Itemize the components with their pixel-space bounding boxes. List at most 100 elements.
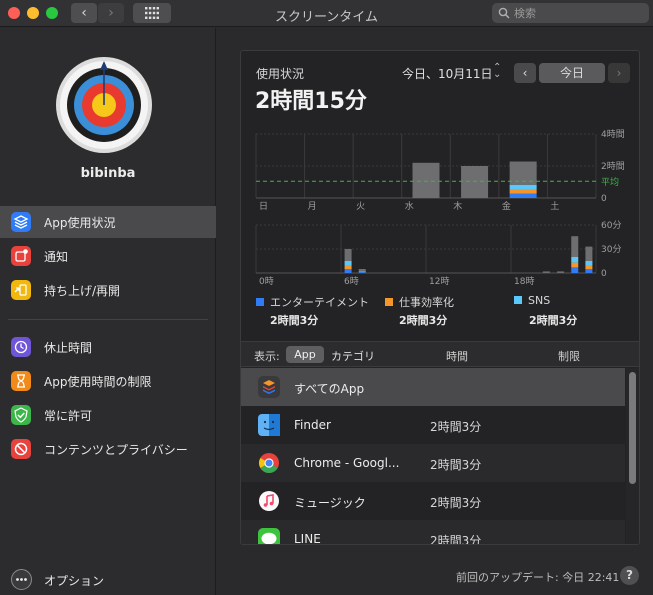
chart-bar bbox=[585, 269, 593, 273]
target-avatar-icon bbox=[56, 57, 152, 153]
column-header-limit[interactable]: 制限 bbox=[558, 348, 580, 364]
legend-swatch bbox=[256, 298, 264, 306]
music-icon bbox=[259, 491, 279, 511]
date-selector[interactable]: 今日、10月11日 bbox=[402, 65, 493, 82]
chart-bar bbox=[412, 162, 440, 198]
chart-bar bbox=[509, 189, 537, 194]
x-tick-label: 日 bbox=[259, 201, 268, 212]
options-button[interactable]: オプション bbox=[0, 564, 216, 595]
legend-value: 2時間3分 bbox=[529, 314, 578, 327]
legend-label: エンターテイメント bbox=[270, 296, 369, 309]
previous-day-button[interactable]: ‹ bbox=[514, 63, 536, 83]
chart-bar bbox=[358, 272, 366, 273]
sidebar-item-app-limits[interactable]: App使用時間の制限 bbox=[0, 365, 216, 397]
sidebar-item-pickups[interactable]: 持ち上げ/再開 bbox=[0, 274, 216, 306]
chart-bar bbox=[344, 249, 352, 261]
show-label: 表示: bbox=[254, 350, 280, 363]
sidebar-item-label: 持ち上げ/再開 bbox=[44, 284, 121, 298]
tab-category[interactable]: カテゴリ bbox=[331, 348, 375, 364]
chart-bar bbox=[585, 265, 593, 269]
chart-bar bbox=[585, 261, 593, 265]
y-tick-label: 60分 bbox=[601, 220, 621, 231]
sidebar-item-label: 常に許可 bbox=[44, 409, 93, 423]
x-tick-label: 木 bbox=[453, 200, 462, 212]
sidebar-item-label: 休止時間 bbox=[44, 341, 93, 355]
scrollbar-thumb[interactable] bbox=[629, 372, 636, 484]
chart-bar bbox=[509, 184, 537, 190]
layers-icon bbox=[11, 212, 31, 232]
sidebar-item-always-allowed[interactable]: 常に許可 bbox=[0, 399, 216, 431]
list-item[interactable]: ミュージック 2時間3分 bbox=[241, 482, 625, 520]
sidebar-item-app-usage[interactable]: App使用状況 bbox=[0, 206, 216, 238]
x-tick-label: 月 bbox=[308, 201, 317, 212]
y-tick-label: 2時間 bbox=[601, 161, 625, 172]
chart-bar bbox=[571, 262, 579, 268]
list-item[interactable]: LINE 2時間3分 bbox=[241, 520, 625, 545]
usage-total: 2時間15分 bbox=[255, 89, 367, 114]
app-time: 2時間3分 bbox=[430, 420, 482, 434]
x-tick-label: 火 bbox=[356, 201, 365, 212]
x-tick-label: 土 bbox=[550, 200, 559, 212]
app-name: Chrome - Googl... bbox=[294, 456, 400, 470]
x-tick-label: 12時 bbox=[429, 276, 449, 286]
list-item[interactable]: すべてのApp bbox=[241, 368, 625, 406]
legend-value: 2時間3分 bbox=[399, 314, 448, 327]
more-icon bbox=[11, 569, 32, 590]
legend-productivity: 仕事効率化 bbox=[385, 294, 454, 310]
hourglass-icon bbox=[11, 371, 31, 391]
sidebar-divider bbox=[8, 319, 208, 320]
average-label: 平均 bbox=[601, 176, 619, 188]
y-tick-label: 0 bbox=[601, 194, 607, 204]
tab-app[interactable]: App bbox=[286, 346, 324, 363]
last-update-text: 前回のアップデート: 今日 22:41 bbox=[456, 571, 620, 584]
table-header: 表示: App カテゴリ 時間 制限 bbox=[241, 341, 639, 367]
app-name: ミュージック bbox=[294, 496, 366, 510]
column-header-time[interactable]: 時間 bbox=[446, 348, 468, 364]
chart-bar bbox=[571, 236, 579, 257]
title-bar: ‹ › スクリーンタイム bbox=[0, 0, 653, 27]
legend-label: SNS bbox=[528, 294, 551, 307]
chart-bar bbox=[344, 269, 352, 273]
y-tick-label: 4時間 bbox=[601, 129, 625, 140]
list-item[interactable]: Chrome - Googl... 2時間3分 bbox=[241, 444, 625, 482]
legend-swatch bbox=[385, 298, 393, 306]
chart-bar bbox=[585, 246, 593, 261]
chart-bar bbox=[358, 269, 366, 272]
app-list: すべてのApp Finder 2時間3分 Chrome - Googl... 2 bbox=[241, 368, 625, 545]
app-name: Finder bbox=[294, 418, 331, 432]
username: bibinba bbox=[80, 166, 136, 181]
sidebar-item-content-privacy[interactable]: コンテンツとプライバシー bbox=[0, 433, 216, 465]
list-item[interactable]: Finder 2時間3分 bbox=[241, 406, 625, 444]
legend-sns: SNS bbox=[514, 294, 550, 307]
y-tick-label: 30分 bbox=[601, 244, 621, 255]
downtime-icon bbox=[11, 337, 31, 357]
usage-panel: 使用状況 2時間15分 今日、10月11日 ⌃ ⌄ ‹ 今日 › 4時間 2時間 0 日… bbox=[240, 50, 640, 545]
app-time: 2時間3分 bbox=[430, 458, 482, 472]
usage-charts: 4時間 2時間 0 日 月 火 水 木 金 土 平均 60分 30分 0 0時 6時 12時 18時 bbox=[255, 129, 625, 286]
app-name: LINE bbox=[294, 532, 321, 545]
chart-bar bbox=[571, 257, 579, 263]
date-updown-icon[interactable]: ⌃ ⌄ bbox=[493, 63, 501, 80]
usage-label: 使用状況 bbox=[256, 67, 305, 81]
sidebar-item-label: App使用時間の制限 bbox=[44, 375, 152, 389]
x-tick-label: 水 bbox=[405, 200, 414, 212]
chart-bar bbox=[557, 271, 565, 273]
notification-icon bbox=[11, 246, 31, 266]
x-tick-label: 18時 bbox=[514, 276, 534, 286]
checkmark-shield-icon bbox=[11, 405, 31, 425]
search-input[interactable] bbox=[514, 5, 644, 21]
all-apps-icon bbox=[258, 376, 280, 398]
chart-bar bbox=[461, 166, 489, 198]
search-field[interactable] bbox=[492, 3, 649, 23]
list-scrollbar[interactable] bbox=[626, 368, 639, 544]
help-button[interactable]: ? bbox=[620, 566, 639, 585]
legend-label: 仕事効率化 bbox=[399, 296, 454, 309]
today-button[interactable]: 今日 bbox=[539, 63, 605, 83]
sidebar-item-downtime[interactable]: 休止時間 bbox=[0, 331, 216, 363]
next-day-button[interactable]: › bbox=[608, 63, 630, 83]
sidebar-item-notifications[interactable]: 通知 bbox=[0, 240, 216, 272]
x-tick-label: 金 bbox=[502, 200, 511, 212]
chart-bar bbox=[344, 265, 352, 269]
legend-value: 2時間3分 bbox=[270, 314, 319, 327]
chart-bar bbox=[509, 193, 537, 198]
